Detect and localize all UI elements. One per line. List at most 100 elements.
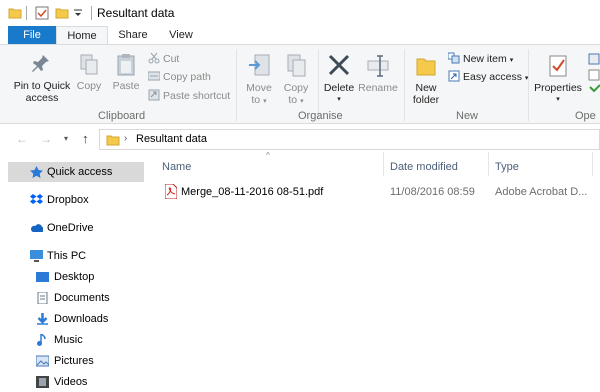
scissors-icon	[148, 52, 160, 64]
sidebar-item-quick-access[interactable]: Quick access	[8, 162, 144, 182]
documents-icon	[37, 292, 48, 304]
videos-icon	[36, 376, 49, 388]
column-separator[interactable]	[592, 152, 593, 176]
qa-separator	[26, 6, 27, 20]
copy-path-label: Copy path	[163, 71, 211, 83]
cut-button[interactable]: Cut	[148, 52, 179, 66]
tab-home[interactable]: Home	[56, 26, 108, 44]
properties-button[interactable]: Properties ▾	[532, 53, 584, 106]
sidebar-item-label: Desktop	[54, 271, 95, 283]
paste-button[interactable]: Paste	[110, 53, 142, 92]
paste-label: Paste	[112, 80, 140, 92]
sidebar-item-pictures[interactable]: Pictures	[8, 351, 144, 371]
pictures-icon	[36, 355, 49, 367]
star-icon	[30, 166, 43, 178]
move-to-label: Move	[246, 82, 272, 94]
open-group-label: Ope	[575, 110, 596, 122]
rename-button[interactable]: Rename	[358, 53, 398, 94]
folder-icon	[8, 8, 22, 19]
properties-label: Properties	[534, 82, 582, 94]
address-bar[interactable]: › Resultant data	[99, 129, 600, 150]
new-item-dropdown-icon: ▾	[509, 57, 514, 64]
sidebar-item-music[interactable]: Music	[8, 330, 144, 350]
copy-label: Copy	[76, 80, 102, 92]
copy-path-button[interactable]: Copy path	[148, 70, 211, 84]
delete-dropdown-icon: ▾	[337, 96, 341, 103]
column-header-type[interactable]: Type	[495, 158, 519, 176]
move-to-icon	[249, 54, 270, 76]
customize-qa-dropdown-icon[interactable]	[73, 9, 83, 19]
ribbon: Pin to Quick access Copy Paste Cut Copy …	[0, 44, 600, 124]
organise-group-label: Organise	[298, 110, 343, 122]
copy-to-label: Copy	[283, 82, 309, 94]
sidebar-item-label: Quick access	[47, 166, 113, 178]
new-group-label: New	[456, 110, 479, 122]
sidebar-item-desktop[interactable]: Desktop	[8, 267, 144, 287]
move-to-dropdown-icon: ▾	[263, 98, 267, 105]
column-separator[interactable]	[383, 152, 384, 176]
copy-path-icon	[148, 71, 160, 81]
column-header-name[interactable]: Name	[162, 158, 191, 176]
easy-access-button[interactable]: Easy access ▾	[448, 70, 528, 84]
cut-label: Cut	[163, 53, 180, 65]
new-folder-label: New	[415, 82, 437, 94]
properties-dropdown-icon: ▾	[556, 96, 560, 103]
copy-button[interactable]: Copy	[74, 53, 104, 92]
onedrive-cloud-icon	[31, 224, 43, 232]
new-folder-qa-icon[interactable]	[55, 6, 69, 20]
properties-check-icon[interactable]	[35, 6, 49, 20]
move-to-button[interactable]: Move to ▾	[242, 53, 276, 108]
pdf-file-icon	[165, 184, 177, 199]
delete-label: Delete	[323, 82, 355, 94]
tab-share[interactable]: Share	[110, 26, 156, 44]
copy-icon	[80, 54, 98, 75]
copy-to-label-2: to ▾	[280, 94, 312, 108]
copy-to-button[interactable]: Copy to ▾	[280, 53, 312, 108]
properties-icon	[549, 55, 567, 77]
paste-shortcut-button[interactable]: Paste shortcut	[148, 89, 230, 103]
sidebar-item-label: Music	[54, 334, 83, 346]
breadcrumb-current[interactable]: Resultant data	[136, 133, 207, 145]
new-item-button[interactable]: New item ▾	[448, 52, 513, 66]
sidebar-item-label: Downloads	[54, 313, 109, 325]
column-separator[interactable]	[488, 152, 489, 176]
sidebar-item-onedrive[interactable]: OneDrive	[8, 218, 144, 238]
paste-shortcut-icon	[148, 89, 160, 101]
sidebar-item-label: OneDrive	[47, 222, 94, 234]
paste-shortcut-label: Paste shortcut	[163, 90, 231, 102]
move-to-label-2-text: to	[251, 94, 261, 106]
copy-to-dropdown-icon: ▾	[300, 98, 304, 105]
file-type-cell: Adobe Acrobat D...	[495, 186, 588, 198]
paste-icon	[117, 54, 135, 76]
sidebar-item-label: Documents	[54, 292, 110, 304]
group-separator	[404, 49, 405, 121]
file-name-cell[interactable]: Merge_08-11-2016 08-51.pdf	[181, 183, 323, 201]
up-arrow-icon[interactable]: ↑	[82, 131, 89, 146]
dropbox-icon	[30, 194, 43, 204]
title-bar: Resultant data	[0, 0, 600, 26]
sidebar-item-label: This PC	[47, 250, 87, 262]
group-separator	[528, 49, 529, 121]
new-item-label: New item	[463, 53, 507, 65]
pin-to-quick-access-button[interactable]: Pin to Quick access	[10, 53, 74, 104]
delete-x-icon	[328, 54, 350, 76]
back-arrow-icon[interactable]: ←	[16, 132, 28, 146]
sidebar-item-dropbox[interactable]: Dropbox	[8, 190, 144, 210]
rename-icon	[367, 55, 389, 77]
new-folder-button[interactable]: New folder	[408, 53, 444, 106]
sidebar-item-downloads[interactable]: Downloads	[8, 309, 144, 329]
column-header-date-modified[interactable]: Date modified	[390, 158, 458, 176]
open-icon-partial[interactable]	[588, 53, 600, 93]
tab-view[interactable]: View	[158, 26, 204, 44]
breadcrumb-chevron-icon[interactable]: ›	[124, 133, 127, 144]
recent-locations-dropdown-icon[interactable]: ▾	[64, 134, 68, 143]
music-note-icon	[37, 334, 46, 346]
tab-file[interactable]: File	[8, 26, 56, 44]
group-separator	[236, 49, 237, 121]
navigation-bar: ← → ▾ ↑ › Resultant data	[0, 124, 600, 154]
sidebar-item-documents[interactable]: Documents	[8, 288, 144, 308]
delete-button[interactable]: Delete ▾	[322, 53, 356, 106]
sidebar-item-this-pc[interactable]: This PC	[8, 246, 144, 266]
forward-arrow-icon[interactable]: →	[40, 132, 52, 146]
sidebar-item-videos[interactable]: Videos	[8, 372, 144, 392]
